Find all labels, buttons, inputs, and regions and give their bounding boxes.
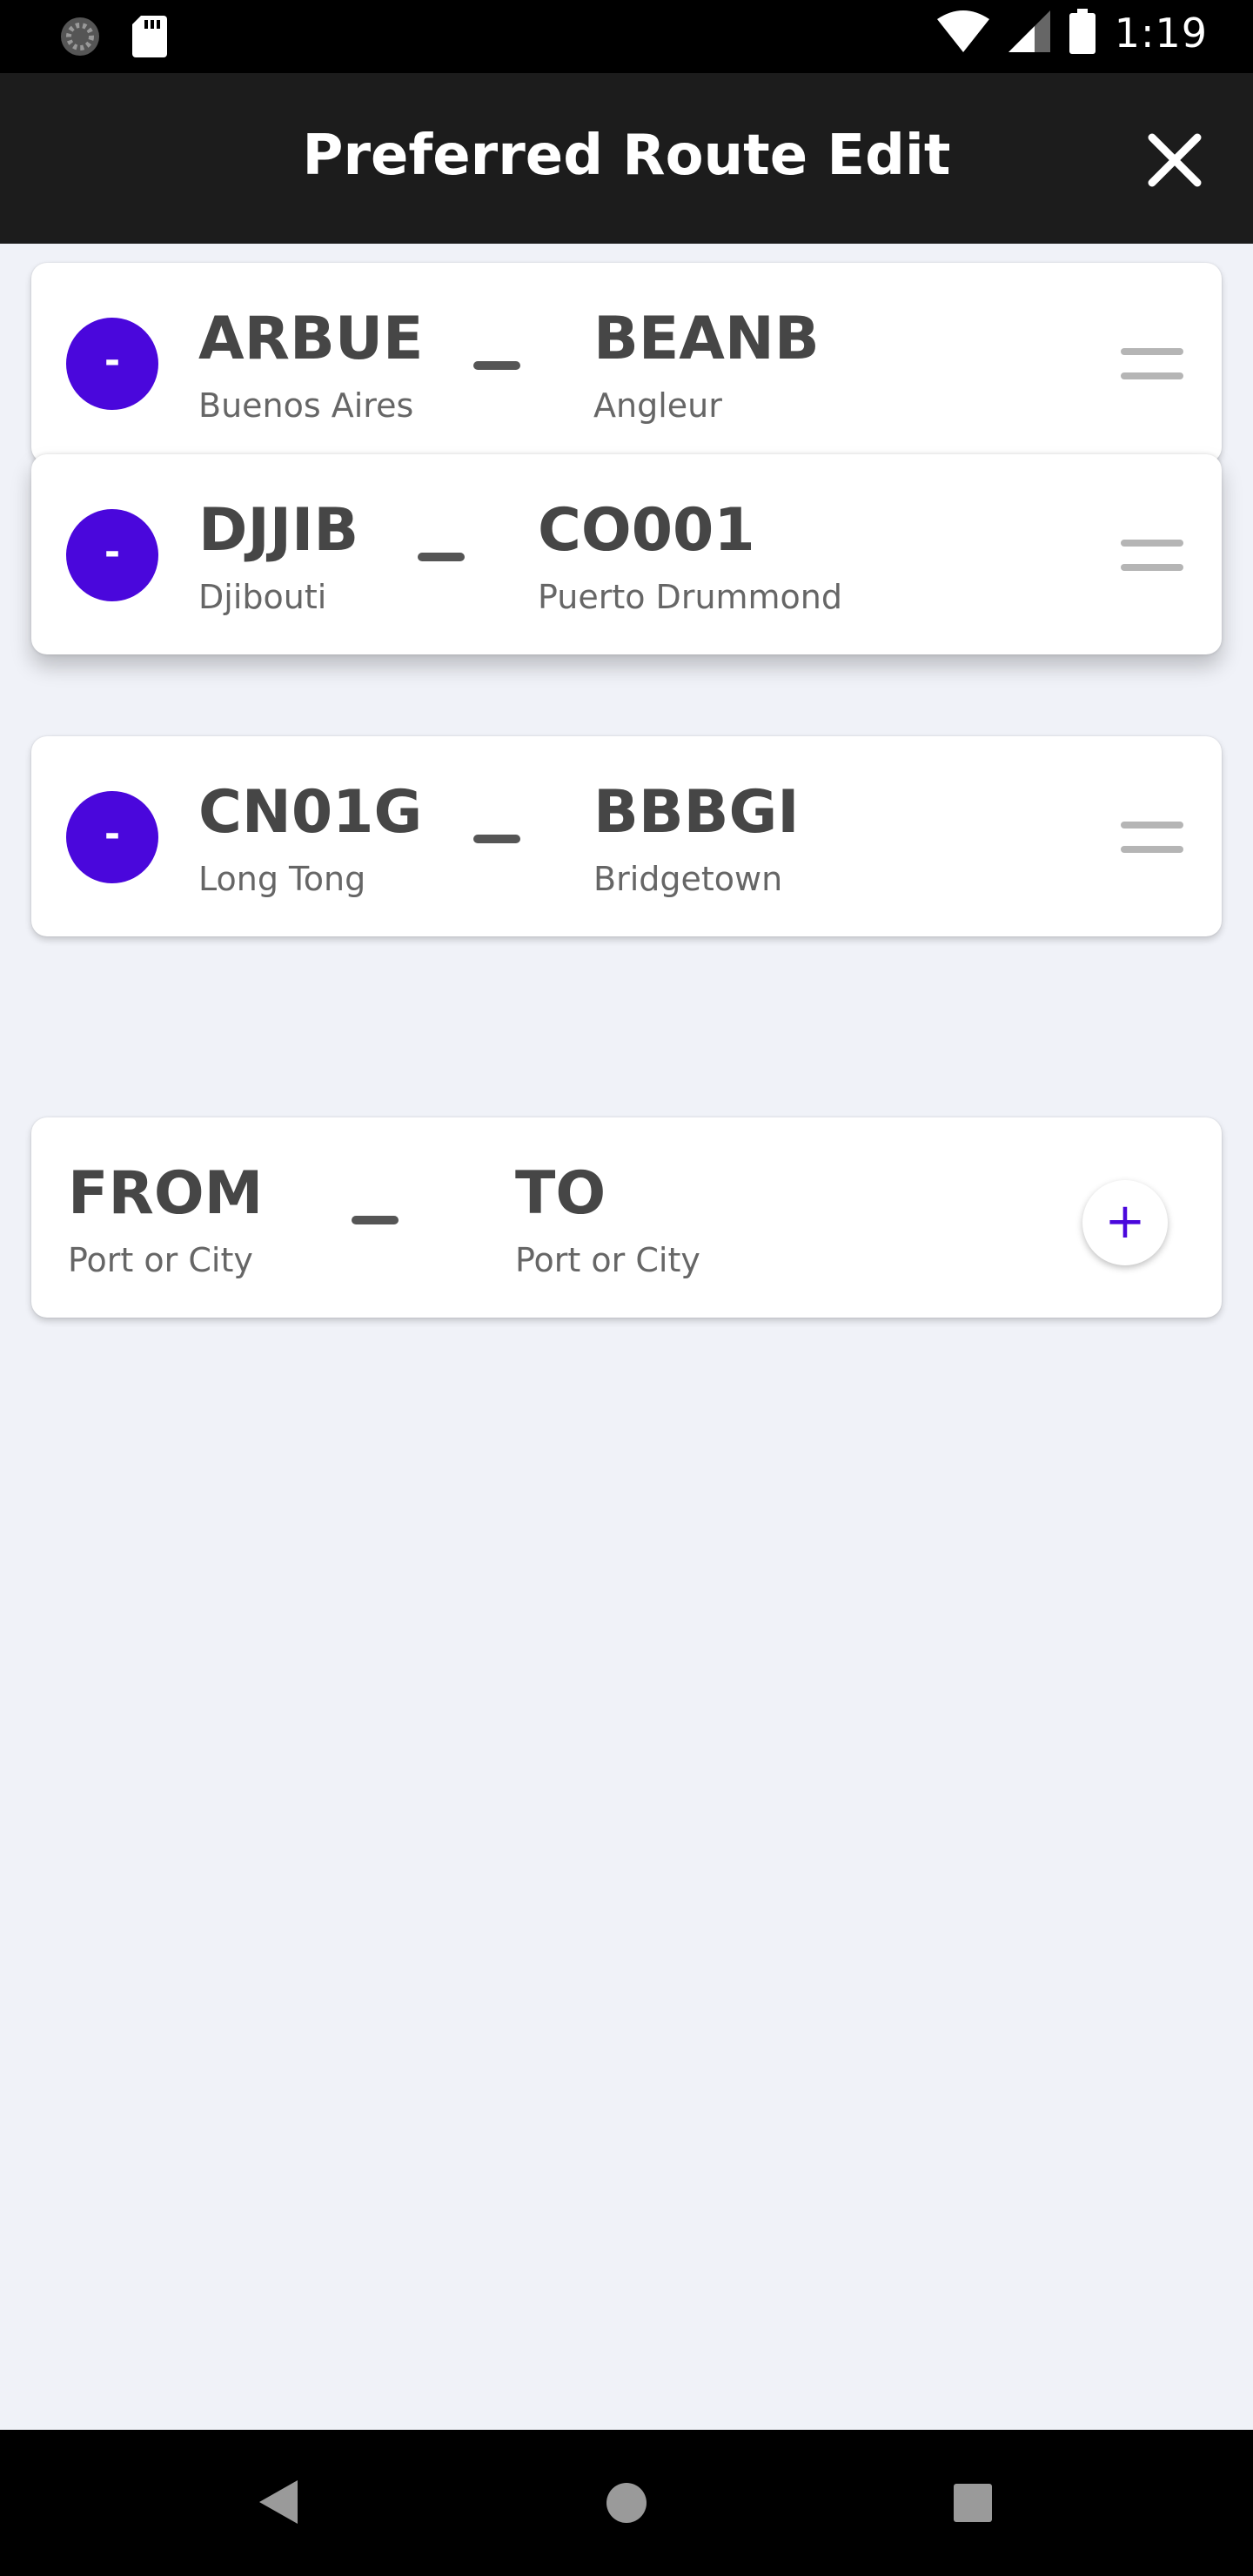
route-card[interactable]: - CN01G Long Tong BBBGI Bridgetown — [31, 736, 1222, 936]
from-port-city: Long Tong — [198, 860, 366, 898]
drag-handle-icon[interactable] — [1121, 348, 1183, 379]
battery-icon — [1069, 9, 1096, 57]
to-port-city: Bridgetown — [593, 860, 783, 898]
to-placeholder[interactable]: Port or City — [515, 1241, 700, 1279]
route-dash — [352, 1216, 399, 1224]
system-nav-bar — [0, 2430, 1253, 2576]
to-port-code: BEANB — [593, 305, 820, 373]
drag-handle-icon[interactable] — [1121, 540, 1183, 571]
from-port-city: Buenos Aires — [198, 386, 414, 425]
to-port-code: CO001 — [538, 496, 755, 565]
from-port-code: CN01G — [198, 778, 423, 847]
clock: 1:19 — [1114, 10, 1208, 57]
route-dash — [473, 835, 520, 843]
remove-route-button[interactable]: - — [66, 318, 158, 410]
to-port-city: Angleur — [593, 386, 722, 425]
wifi-icon — [936, 10, 989, 56]
to-port-city: Puerto Drummond — [538, 578, 843, 616]
new-route-card: FROM Port or City TO Port or City + — [31, 1117, 1222, 1318]
close-icon — [1148, 133, 1202, 187]
cell-signal-icon — [1008, 10, 1050, 56]
status-bar: 1:19 — [0, 0, 1253, 73]
route-dash — [473, 361, 520, 370]
app-bar: Preferred Route Edit — [0, 73, 1253, 244]
to-field[interactable]: TO — [515, 1159, 606, 1228]
from-port-code: ARBUE — [198, 305, 424, 373]
from-placeholder[interactable]: Port or City — [68, 1241, 253, 1279]
from-port-city: Djibouti — [198, 578, 327, 616]
remove-route-button[interactable]: - — [66, 791, 158, 883]
home-icon[interactable] — [606, 2482, 647, 2527]
from-port-code: DJJIB — [198, 496, 359, 565]
route-card[interactable]: - DJJIB Djibouti CO001 Puerto Drummond — [31, 454, 1222, 654]
from-field[interactable]: FROM — [68, 1159, 263, 1228]
to-port-code: BBBGI — [593, 778, 800, 847]
remove-route-button[interactable]: - — [66, 509, 158, 601]
recents-icon[interactable] — [954, 2484, 992, 2526]
back-icon[interactable] — [259, 2480, 298, 2527]
sd-card-icon — [132, 16, 167, 61]
sync-icon — [57, 14, 103, 63]
page-title: Preferred Route Edit — [302, 124, 951, 188]
add-route-button[interactable]: + — [1082, 1180, 1168, 1265]
route-dash — [418, 553, 465, 561]
close-button[interactable] — [1142, 127, 1208, 193]
route-card[interactable]: - ARBUE Buenos Aires BEANB Angleur — [31, 263, 1222, 463]
drag-handle-icon[interactable] — [1121, 822, 1183, 853]
